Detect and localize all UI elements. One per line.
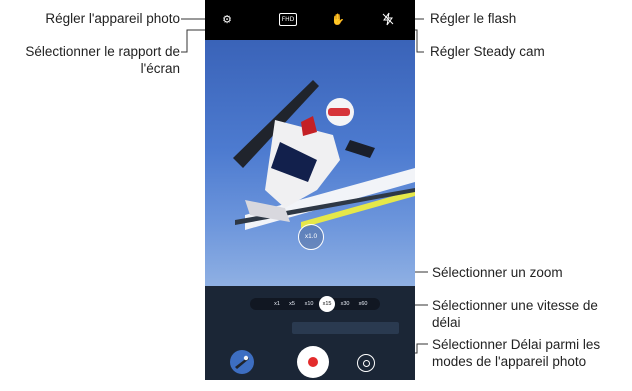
aspect-ratio-button[interactable]: FHD (279, 13, 297, 26)
record-button[interactable] (297, 346, 329, 378)
record-icon (308, 357, 318, 367)
speed-option-x60[interactable]: x60 (356, 298, 370, 310)
gear-icon[interactable]: ⚙ (218, 12, 236, 28)
callout-zoom: Sélectionner un zoom (432, 265, 563, 280)
callout-timelapse-mode: Sélectionner Délai parmi les modes de l'… (432, 337, 601, 369)
callout-steady-cam: Régler Steady cam (430, 44, 545, 59)
speed-option-x30[interactable]: x30 (338, 298, 352, 310)
speed-option-x10[interactable]: x10 (302, 298, 316, 310)
speed-option-x15-selected[interactable]: x15 (319, 296, 335, 312)
speed-option-x1[interactable]: x1 (271, 298, 283, 310)
camera-screen: ⚙ FHD ✋ x1.0 x1 x5 x10 x15 x30 x60 (205, 0, 415, 380)
speed-option-x5[interactable]: x5 (285, 298, 299, 310)
hand-shake-icon[interactable]: ✋ (329, 12, 347, 28)
camera-switch-icon[interactable] (357, 354, 375, 372)
callout-flash: Régler le flash (430, 11, 517, 26)
zoom-button[interactable]: x1.0 (298, 224, 324, 250)
gallery-thumbnail[interactable] (230, 350, 254, 374)
mode-label-bar (292, 322, 399, 334)
callout-speed: Sélectionner une vitesse de délai (432, 298, 598, 330)
callout-camera-settings: Régler l'appareil photo (45, 11, 180, 26)
callout-aspect-ratio: Sélectionner le rapport de l'écran (25, 44, 180, 76)
flash-off-icon[interactable] (379, 12, 397, 28)
